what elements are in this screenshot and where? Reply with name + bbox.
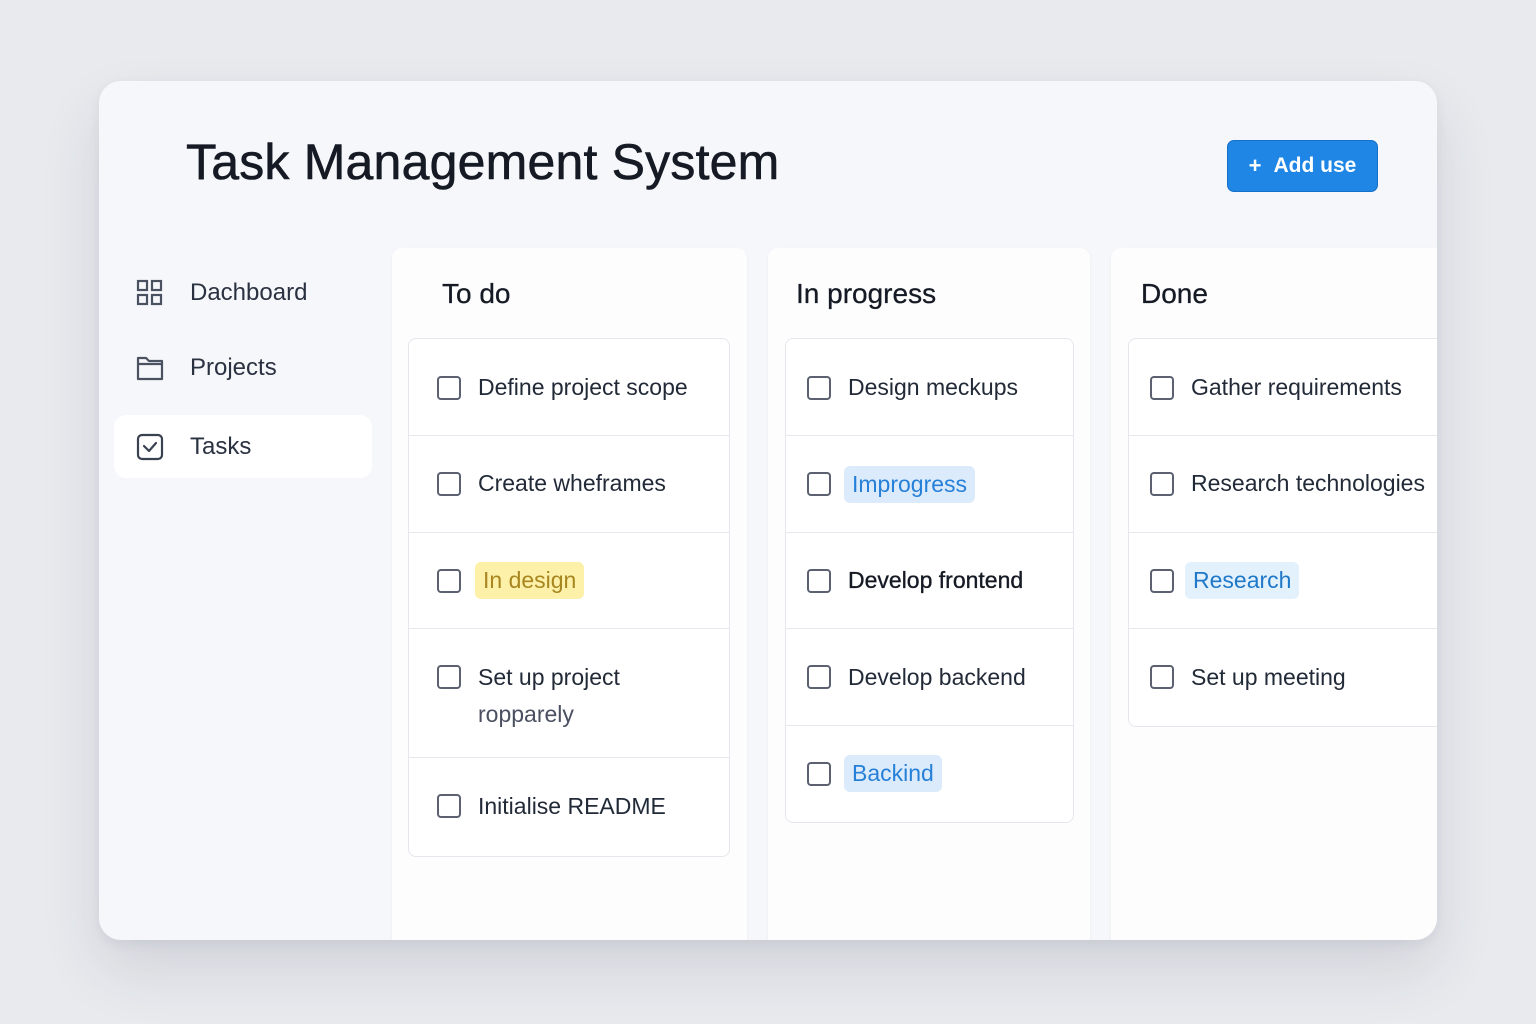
app-window: Task Management System + Add use Dachboa… xyxy=(99,81,1437,940)
page-title: Task Management System xyxy=(186,134,780,191)
task-card[interactable]: Research xyxy=(1129,533,1437,629)
task-card[interactable]: Create wheframes xyxy=(409,436,729,533)
task-checkbox[interactable] xyxy=(807,376,831,400)
task-card[interactable]: Research technologies xyxy=(1129,436,1437,533)
task-checkbox[interactable] xyxy=(437,569,461,593)
task-card[interactable]: Define project scope xyxy=(409,339,729,436)
checkbox-icon xyxy=(135,432,165,462)
sidebar-item-label: Dachboard xyxy=(190,278,308,306)
plus-icon: + xyxy=(1248,153,1262,178)
column-title: In progress xyxy=(796,278,937,309)
task-list: Design meckups Improgress Develop fronte… xyxy=(785,338,1074,823)
task-card[interactable]: Backind xyxy=(786,726,1073,822)
task-checkbox[interactable] xyxy=(1150,376,1174,400)
column-in-progress: In progress Design meckups Improgress De… xyxy=(768,248,1090,940)
folder-icon xyxy=(135,353,165,383)
task-card[interactable]: In design xyxy=(409,533,729,629)
task-checkbox[interactable] xyxy=(1150,569,1174,593)
task-tag: In design xyxy=(475,562,585,599)
task-checkbox[interactable] xyxy=(1150,472,1174,496)
task-list: Gather requirements Research technologie… xyxy=(1128,338,1437,727)
task-title: Set up project xyxy=(478,664,620,690)
task-checkbox[interactable] xyxy=(437,472,461,496)
task-checkbox[interactable] xyxy=(807,665,831,689)
sidebar-item-label: Projects xyxy=(190,353,277,381)
task-tag: Research xyxy=(1185,562,1300,599)
task-list: Define project scope Create wheframes In… xyxy=(408,338,730,857)
task-title: Create wheframes xyxy=(478,470,666,496)
task-title: Gather requirements xyxy=(1191,374,1402,400)
task-checkbox[interactable] xyxy=(437,794,461,818)
column-todo: To do Define project scope Create whefra… xyxy=(392,248,747,940)
add-user-button[interactable]: + Add use xyxy=(1227,140,1378,192)
task-tag: Backind xyxy=(844,755,942,792)
task-card[interactable]: Set up project ropparely xyxy=(409,629,729,758)
task-card[interactable]: Initialise README xyxy=(409,758,729,856)
task-title: Set up meeting xyxy=(1191,664,1346,690)
sidebar-item-projects[interactable]: Projects xyxy=(114,336,372,399)
grid-icon xyxy=(135,278,165,308)
sidebar-item-dashboard[interactable]: Dachboard xyxy=(114,261,372,324)
task-card[interactable]: Gather requirements xyxy=(1129,339,1437,436)
sidebar-item-tasks[interactable]: Tasks xyxy=(114,415,372,478)
task-title: Research technologies xyxy=(1191,470,1425,496)
column-title: To do xyxy=(442,278,511,309)
task-checkbox[interactable] xyxy=(437,376,461,400)
task-checkbox[interactable] xyxy=(807,762,831,786)
task-title: Initialise README xyxy=(478,793,666,819)
task-card[interactable]: Design meckups xyxy=(786,339,1073,436)
task-title: Develop backend xyxy=(848,664,1026,690)
task-card[interactable]: Develop frontend xyxy=(786,533,1073,629)
task-checkbox[interactable] xyxy=(1150,665,1174,689)
add-button-label: Add use xyxy=(1273,154,1357,177)
task-card[interactable]: Develop backend xyxy=(786,629,1073,726)
task-title: Develop frontend xyxy=(848,567,1024,593)
task-card[interactable]: Set up meeting xyxy=(1129,629,1437,726)
task-tag: Improgress xyxy=(844,466,976,503)
column-title: Done xyxy=(1141,278,1208,309)
task-checkbox[interactable] xyxy=(807,569,831,593)
task-checkbox[interactable] xyxy=(807,472,831,496)
task-title: Define project scope xyxy=(478,374,688,400)
column-done: Done Gather requirements Research techno… xyxy=(1111,248,1437,940)
task-card[interactable]: Improgress xyxy=(786,436,1073,533)
task-title: Design meckups xyxy=(848,374,1019,400)
sidebar-item-label: Tasks xyxy=(190,432,252,460)
task-title-continued: ropparely xyxy=(478,701,574,727)
task-checkbox[interactable] xyxy=(437,665,461,689)
